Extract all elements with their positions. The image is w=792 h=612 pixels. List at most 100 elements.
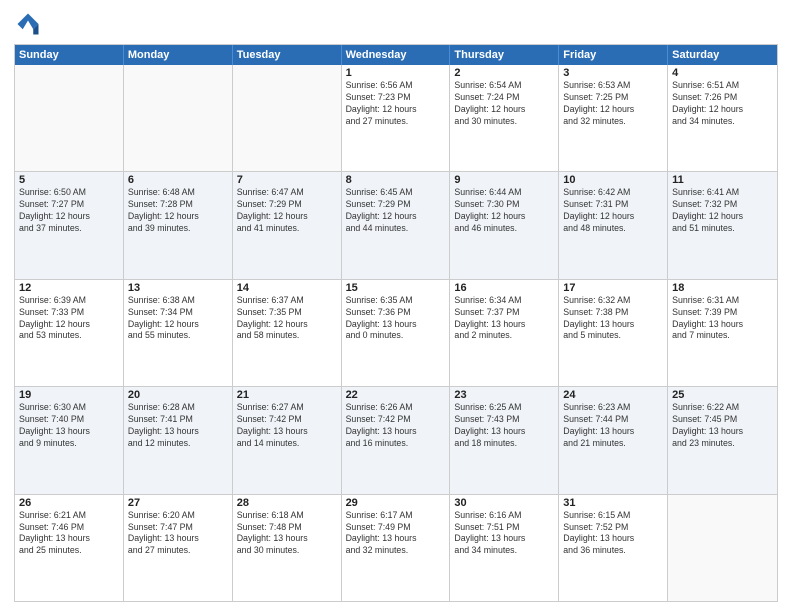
day-number: 16 [454,282,554,294]
calendar-row-1: 1Sunrise: 6:56 AM Sunset: 7:23 PM Daylig… [15,65,777,171]
page: SundayMondayTuesdayWednesdayThursdayFrid… [0,0,792,612]
day-info: Sunrise: 6:53 AM Sunset: 7:25 PM Dayligh… [563,80,663,128]
calendar-cell-day-4: 4Sunrise: 6:51 AM Sunset: 7:26 PM Daylig… [668,65,777,171]
day-info: Sunrise: 6:30 AM Sunset: 7:40 PM Dayligh… [19,402,119,450]
calendar-cell-day-25: 25Sunrise: 6:22 AM Sunset: 7:45 PM Dayli… [668,387,777,493]
day-number: 28 [237,497,337,509]
day-number: 26 [19,497,119,509]
calendar-cell-day-30: 30Sunrise: 6:16 AM Sunset: 7:51 PM Dayli… [450,495,559,601]
calendar-cell-empty [15,65,124,171]
calendar-cell-empty [124,65,233,171]
logo [14,10,44,38]
day-info: Sunrise: 6:37 AM Sunset: 7:35 PM Dayligh… [237,295,337,343]
day-info: Sunrise: 6:15 AM Sunset: 7:52 PM Dayligh… [563,510,663,558]
calendar-row-3: 12Sunrise: 6:39 AM Sunset: 7:33 PM Dayli… [15,279,777,386]
calendar-row-2: 5Sunrise: 6:50 AM Sunset: 7:27 PM Daylig… [15,171,777,278]
calendar-cell-day-13: 13Sunrise: 6:38 AM Sunset: 7:34 PM Dayli… [124,280,233,386]
day-info: Sunrise: 6:23 AM Sunset: 7:44 PM Dayligh… [563,402,663,450]
day-info: Sunrise: 6:21 AM Sunset: 7:46 PM Dayligh… [19,510,119,558]
calendar-cell-day-29: 29Sunrise: 6:17 AM Sunset: 7:49 PM Dayli… [342,495,451,601]
calendar-cell-day-8: 8Sunrise: 6:45 AM Sunset: 7:29 PM Daylig… [342,172,451,278]
day-info: Sunrise: 6:51 AM Sunset: 7:26 PM Dayligh… [672,80,773,128]
calendar-cell-day-26: 26Sunrise: 6:21 AM Sunset: 7:46 PM Dayli… [15,495,124,601]
day-number: 14 [237,282,337,294]
day-number: 3 [563,67,663,79]
calendar-cell-day-27: 27Sunrise: 6:20 AM Sunset: 7:47 PM Dayli… [124,495,233,601]
calendar-cell-day-21: 21Sunrise: 6:27 AM Sunset: 7:42 PM Dayli… [233,387,342,493]
calendar-header: SundayMondayTuesdayWednesdayThursdayFrid… [15,45,777,65]
day-info: Sunrise: 6:35 AM Sunset: 7:36 PM Dayligh… [346,295,446,343]
calendar-body: 1Sunrise: 6:56 AM Sunset: 7:23 PM Daylig… [15,65,777,601]
day-number: 11 [672,174,773,186]
day-info: Sunrise: 6:48 AM Sunset: 7:28 PM Dayligh… [128,187,228,235]
day-info: Sunrise: 6:39 AM Sunset: 7:33 PM Dayligh… [19,295,119,343]
day-number: 1 [346,67,446,79]
calendar-cell-day-12: 12Sunrise: 6:39 AM Sunset: 7:33 PM Dayli… [15,280,124,386]
weekday-header-monday: Monday [124,45,233,65]
day-info: Sunrise: 6:32 AM Sunset: 7:38 PM Dayligh… [563,295,663,343]
day-info: Sunrise: 6:16 AM Sunset: 7:51 PM Dayligh… [454,510,554,558]
day-info: Sunrise: 6:26 AM Sunset: 7:42 PM Dayligh… [346,402,446,450]
calendar-row-4: 19Sunrise: 6:30 AM Sunset: 7:40 PM Dayli… [15,386,777,493]
calendar-cell-day-2: 2Sunrise: 6:54 AM Sunset: 7:24 PM Daylig… [450,65,559,171]
day-number: 8 [346,174,446,186]
day-info: Sunrise: 6:25 AM Sunset: 7:43 PM Dayligh… [454,402,554,450]
calendar-cell-day-1: 1Sunrise: 6:56 AM Sunset: 7:23 PM Daylig… [342,65,451,171]
day-number: 25 [672,389,773,401]
day-number: 27 [128,497,228,509]
day-info: Sunrise: 6:44 AM Sunset: 7:30 PM Dayligh… [454,187,554,235]
day-number: 12 [19,282,119,294]
calendar-cell-day-17: 17Sunrise: 6:32 AM Sunset: 7:38 PM Dayli… [559,280,668,386]
calendar-cell-day-14: 14Sunrise: 6:37 AM Sunset: 7:35 PM Dayli… [233,280,342,386]
logo-icon [14,10,42,38]
day-number: 24 [563,389,663,401]
day-number: 20 [128,389,228,401]
calendar-cell-day-3: 3Sunrise: 6:53 AM Sunset: 7:25 PM Daylig… [559,65,668,171]
day-number: 18 [672,282,773,294]
day-info: Sunrise: 6:34 AM Sunset: 7:37 PM Dayligh… [454,295,554,343]
weekday-header-friday: Friday [559,45,668,65]
day-number: 2 [454,67,554,79]
day-number: 21 [237,389,337,401]
calendar-cell-day-23: 23Sunrise: 6:25 AM Sunset: 7:43 PM Dayli… [450,387,559,493]
weekday-header-saturday: Saturday [668,45,777,65]
day-number: 17 [563,282,663,294]
day-number: 7 [237,174,337,186]
day-info: Sunrise: 6:50 AM Sunset: 7:27 PM Dayligh… [19,187,119,235]
day-number: 31 [563,497,663,509]
day-number: 22 [346,389,446,401]
calendar-cell-day-6: 6Sunrise: 6:48 AM Sunset: 7:28 PM Daylig… [124,172,233,278]
calendar-cell-day-20: 20Sunrise: 6:28 AM Sunset: 7:41 PM Dayli… [124,387,233,493]
day-info: Sunrise: 6:27 AM Sunset: 7:42 PM Dayligh… [237,402,337,450]
calendar-cell-day-22: 22Sunrise: 6:26 AM Sunset: 7:42 PM Dayli… [342,387,451,493]
calendar-cell-day-11: 11Sunrise: 6:41 AM Sunset: 7:32 PM Dayli… [668,172,777,278]
day-info: Sunrise: 6:47 AM Sunset: 7:29 PM Dayligh… [237,187,337,235]
day-number: 19 [19,389,119,401]
day-info: Sunrise: 6:31 AM Sunset: 7:39 PM Dayligh… [672,295,773,343]
day-info: Sunrise: 6:17 AM Sunset: 7:49 PM Dayligh… [346,510,446,558]
day-info: Sunrise: 6:38 AM Sunset: 7:34 PM Dayligh… [128,295,228,343]
calendar-cell-day-16: 16Sunrise: 6:34 AM Sunset: 7:37 PM Dayli… [450,280,559,386]
day-number: 10 [563,174,663,186]
day-info: Sunrise: 6:54 AM Sunset: 7:24 PM Dayligh… [454,80,554,128]
day-number: 29 [346,497,446,509]
day-info: Sunrise: 6:41 AM Sunset: 7:32 PM Dayligh… [672,187,773,235]
day-number: 13 [128,282,228,294]
calendar-cell-day-31: 31Sunrise: 6:15 AM Sunset: 7:52 PM Dayli… [559,495,668,601]
weekday-header-thursday: Thursday [450,45,559,65]
calendar-cell-empty [233,65,342,171]
header [14,10,778,38]
day-info: Sunrise: 6:56 AM Sunset: 7:23 PM Dayligh… [346,80,446,128]
calendar-cell-day-10: 10Sunrise: 6:42 AM Sunset: 7:31 PM Dayli… [559,172,668,278]
calendar-cell-day-9: 9Sunrise: 6:44 AM Sunset: 7:30 PM Daylig… [450,172,559,278]
day-number: 30 [454,497,554,509]
calendar-cell-day-24: 24Sunrise: 6:23 AM Sunset: 7:44 PM Dayli… [559,387,668,493]
calendar-cell-empty [668,495,777,601]
day-number: 5 [19,174,119,186]
day-info: Sunrise: 6:22 AM Sunset: 7:45 PM Dayligh… [672,402,773,450]
calendar: SundayMondayTuesdayWednesdayThursdayFrid… [14,44,778,602]
calendar-cell-day-19: 19Sunrise: 6:30 AM Sunset: 7:40 PM Dayli… [15,387,124,493]
day-number: 9 [454,174,554,186]
day-number: 23 [454,389,554,401]
day-info: Sunrise: 6:42 AM Sunset: 7:31 PM Dayligh… [563,187,663,235]
